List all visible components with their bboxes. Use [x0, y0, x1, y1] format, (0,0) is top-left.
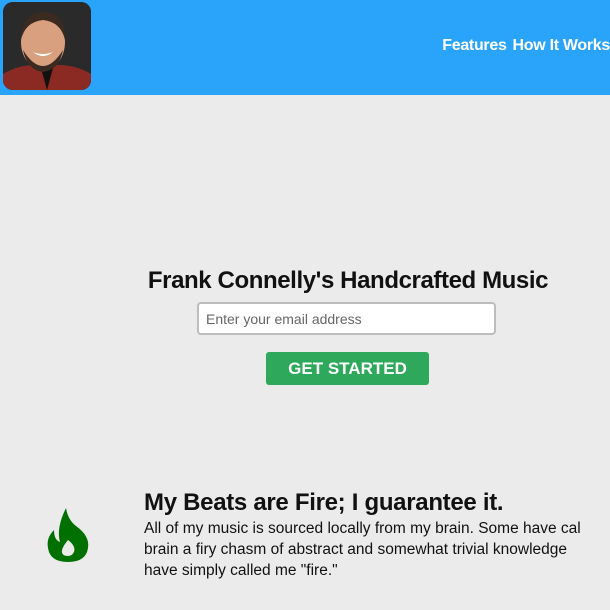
get-started-button[interactable]: GET STARTED — [266, 352, 429, 385]
feature-text-line: All of my music is sourced locally from … — [144, 520, 581, 537]
feature-fire: My Beats are Fire; I guarantee it. All o… — [144, 488, 610, 581]
nav-link-how-it-works[interactable]: How It Works — [513, 37, 610, 55]
avatar-logo[interactable] — [3, 2, 91, 90]
feature-text-line: have simply called me "fire." — [144, 562, 338, 579]
fire-icon — [47, 508, 89, 562]
header: Features How It Works — [0, 0, 610, 95]
page-title: Frank Connelly's Handcrafted Music — [147, 267, 549, 295]
feature-title: My Beats are Fire; I guarantee it. — [144, 489, 504, 516]
email-input[interactable] — [197, 302, 496, 335]
nav-link-features[interactable]: Features — [442, 37, 507, 55]
main-nav: Features How It Works — [442, 37, 610, 55]
feature-text-line: brain a firy chasm of abstract and somew… — [144, 541, 568, 558]
